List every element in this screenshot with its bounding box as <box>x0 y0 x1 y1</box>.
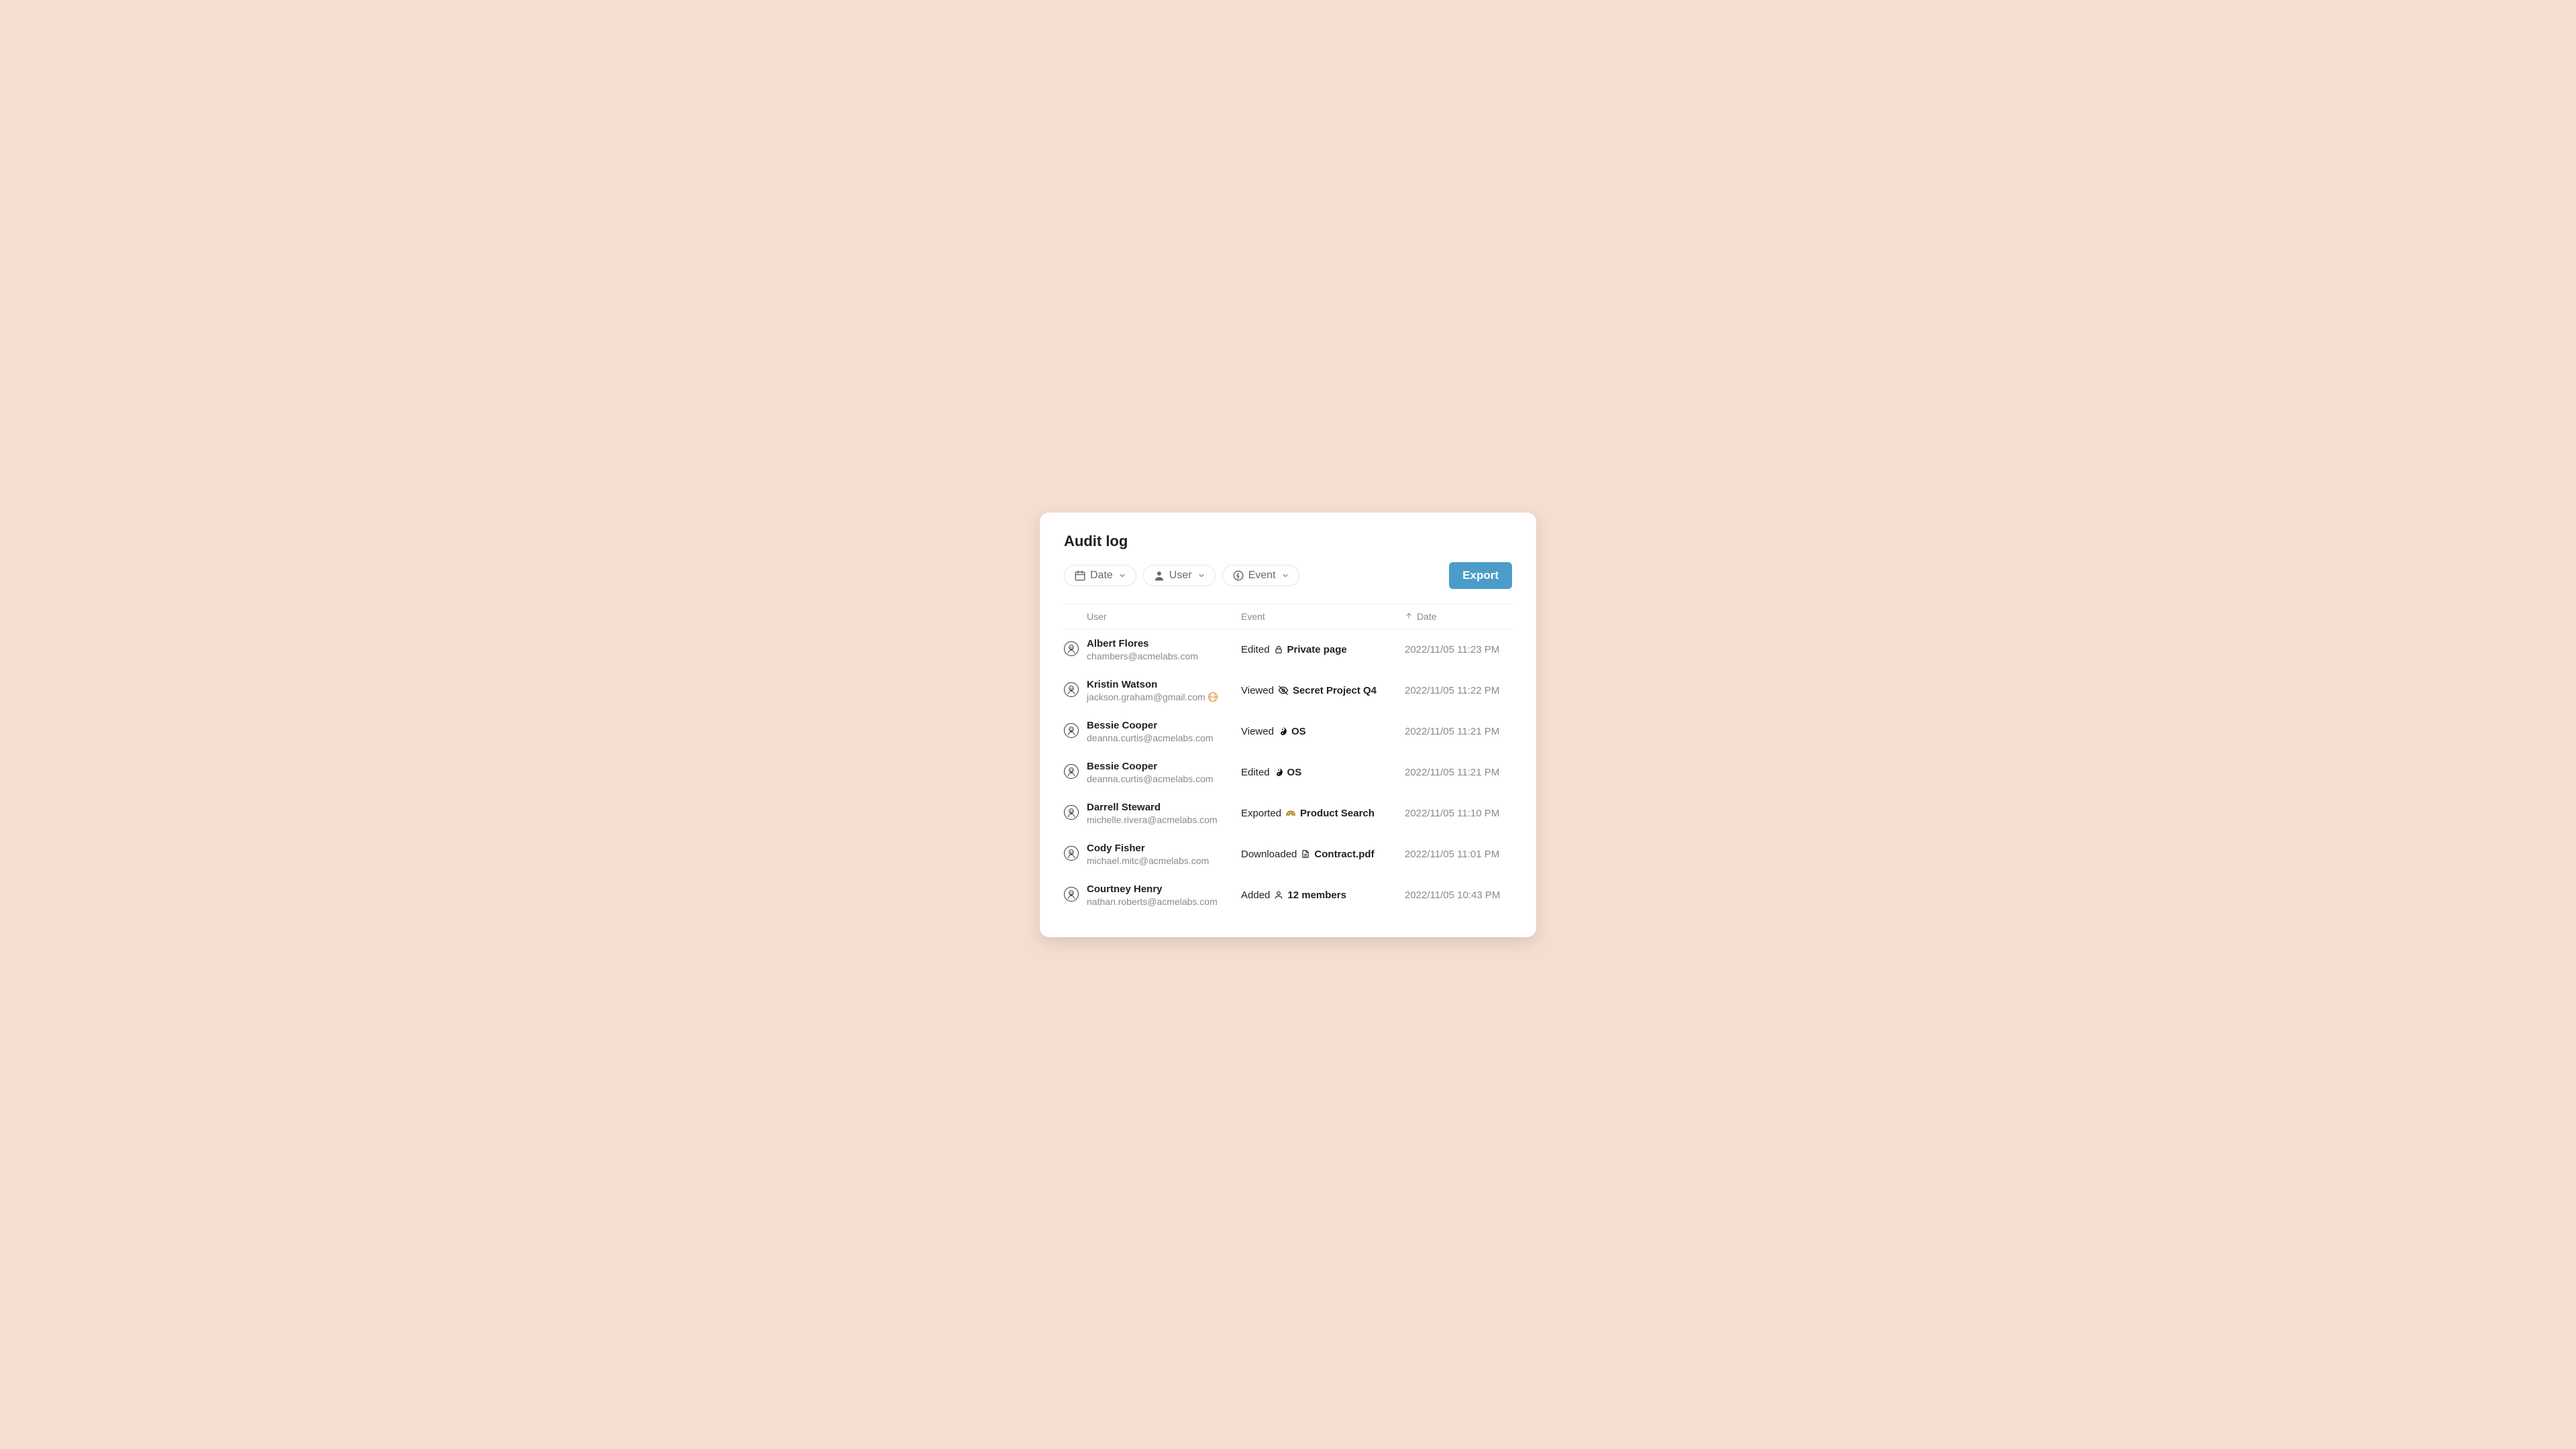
chevron-down-icon <box>1281 572 1289 580</box>
event-date: 2022/11/05 11:23 PM <box>1405 644 1512 655</box>
chevron-down-icon <box>1118 572 1126 580</box>
eye-off-icon <box>1278 685 1289 696</box>
rainbow-icon <box>1285 808 1296 818</box>
avatar <box>1064 846 1079 861</box>
column-header-date[interactable]: Date <box>1405 611 1512 622</box>
event-action: Viewed <box>1241 726 1274 737</box>
avatar <box>1064 887 1079 902</box>
event-action: Edited <box>1241 644 1270 655</box>
avatar <box>1064 641 1079 656</box>
person-icon <box>1274 890 1283 900</box>
user-email: nathan.roberts@acmelabs.com <box>1087 896 1241 907</box>
table-row[interactable]: Bessie Cooper deanna.curtis@acmelabs.comV… <box>1064 711 1512 752</box>
filter-user-label: User <box>1169 570 1192 582</box>
event-date: 2022/11/05 11:21 PM <box>1405 726 1512 737</box>
table-header: User Event Date <box>1064 604 1512 629</box>
column-header-user[interactable]: User <box>1087 611 1241 622</box>
column-header-event[interactable]: Event <box>1241 611 1405 622</box>
event-target: OS <box>1291 726 1306 737</box>
event-target: 12 members <box>1287 890 1346 901</box>
event-action: Exported <box>1241 808 1281 819</box>
user-name: Cody Fisher <box>1087 843 1241 854</box>
event-target: Secret Project Q4 <box>1293 685 1377 696</box>
event-action: Edited <box>1241 767 1270 778</box>
table-row[interactable]: Kristin Watson jackson.graham@gmail.comVi… <box>1064 670 1512 711</box>
calendar-icon <box>1074 570 1086 582</box>
user-email: deanna.curtis@acmelabs.com <box>1087 733 1241 743</box>
event-date: 2022/11/05 10:43 PM <box>1405 890 1512 901</box>
filter-event-label: Event <box>1248 570 1276 582</box>
person-icon <box>1153 570 1165 582</box>
user-name: Albert Flores <box>1087 638 1241 649</box>
avatar <box>1064 682 1079 697</box>
user-email: deanna.curtis@acmelabs.com <box>1087 773 1241 784</box>
event-action: Downloaded <box>1241 849 1297 860</box>
event-date: 2022/11/05 11:21 PM <box>1405 767 1512 778</box>
event-action: Viewed <box>1241 685 1274 696</box>
event-target: Product Search <box>1300 808 1375 819</box>
table-row[interactable]: Courtney Henrynathan.roberts@acmelabs.co… <box>1064 875 1512 916</box>
toolbar: Date User Event Export <box>1064 562 1512 589</box>
avatar <box>1064 764 1079 779</box>
user-name: Kristin Watson <box>1087 679 1241 690</box>
file-icon <box>1301 849 1310 859</box>
event-date: 2022/11/05 11:10 PM <box>1405 808 1512 819</box>
user-name: Courtney Henry <box>1087 883 1241 895</box>
yinyang-icon <box>1274 767 1283 777</box>
event-date: 2022/11/05 11:22 PM <box>1405 685 1512 696</box>
event-target: Private page <box>1287 644 1347 655</box>
event-target: OS <box>1287 767 1302 778</box>
table-row[interactable]: Darrell Stewardmichelle.rivera@acmelabs.… <box>1064 793 1512 834</box>
user-email: michael.mitc@acmelabs.com <box>1087 855 1241 866</box>
filter-date[interactable]: Date <box>1064 565 1136 586</box>
yinyang-icon <box>1278 727 1287 736</box>
audit-log-card: Audit log Date User Event <box>1040 513 1536 937</box>
user-name: Bessie Cooper <box>1087 761 1241 772</box>
avatar <box>1064 805 1079 820</box>
user-email: michelle.rivera@acmelabs.com <box>1087 814 1241 825</box>
filter-date-label: Date <box>1090 570 1113 582</box>
table-body: Albert Floreschambers@acmelabs.comEdited… <box>1064 629 1512 916</box>
globe-icon <box>1208 692 1218 702</box>
filter-event[interactable]: Event <box>1222 565 1299 586</box>
table-row[interactable]: Cody Fishermichael.mitc@acmelabs.comDown… <box>1064 834 1512 875</box>
lock-icon <box>1274 645 1283 654</box>
export-button[interactable]: Export <box>1449 562 1512 589</box>
arrow-up-icon <box>1405 611 1413 622</box>
page-title: Audit log <box>1064 533 1512 550</box>
user-name: Bessie Cooper <box>1087 720 1241 731</box>
user-name: Darrell Steward <box>1087 802 1241 813</box>
table-row[interactable]: Albert Flores chambers@acmelabs.comEdited… <box>1064 629 1512 670</box>
table-row[interactable]: Bessie Cooperdeanna.curtis@acmelabs.comE… <box>1064 752 1512 793</box>
filter-user[interactable]: User <box>1143 565 1216 586</box>
user-email: chambers@acmelabs.com <box>1087 651 1241 661</box>
bolt-icon <box>1232 570 1244 582</box>
chevron-down-icon <box>1197 572 1205 580</box>
column-header-date-label: Date <box>1417 611 1437 622</box>
event-target: Contract.pdf <box>1314 849 1374 860</box>
avatar <box>1064 723 1079 738</box>
event-date: 2022/11/05 11:01 PM <box>1405 849 1512 860</box>
user-email: jackson.graham@gmail.com <box>1087 692 1241 702</box>
event-action: Added <box>1241 890 1270 901</box>
